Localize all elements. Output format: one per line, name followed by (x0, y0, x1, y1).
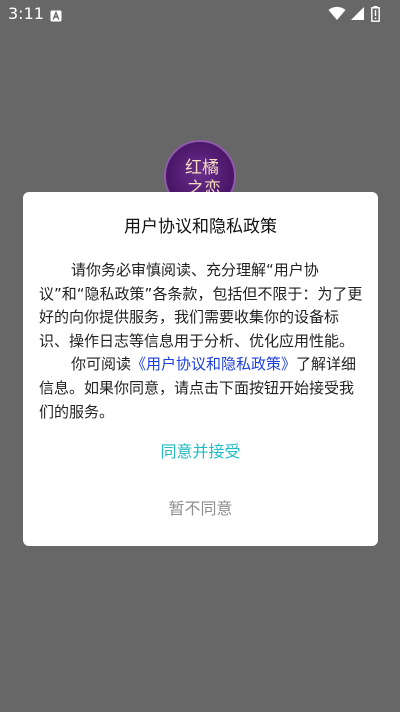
logo-text-line1: 红橘 (185, 158, 219, 178)
agree-button[interactable]: 同意并接受 (23, 439, 378, 465)
privacy-dialog: 用户协议和隐私政策 请你务必审慎阅读、充分理解“用户协议”和“隐私政策”各条款，… (23, 192, 378, 546)
dialog-paragraph-2: 你可阅读《用户协议和隐私政策》了解详细信息。如果你同意，请点击下面按钮开始接受我… (39, 353, 365, 424)
privacy-policy-link[interactable]: 《用户协议和隐私政策》 (131, 355, 296, 373)
wifi-icon (328, 6, 346, 20)
paragraph-2-prefix: 你可阅读 (71, 355, 132, 374)
status-bar: 3:11 (0, 0, 400, 28)
dialog-paragraph-1: 请你务必审慎阅读、充分理解“用户协议”和“隐私政策”各条款，包括但不限于：为了更… (39, 261, 363, 350)
dialog-body: 请你务必审慎阅读、充分理解“用户协议”和“隐私政策”各条款，包括但不限于：为了更… (39, 259, 365, 424)
disagree-button[interactable]: 暂不同意 (23, 496, 378, 522)
status-time: 3:11 (8, 4, 44, 23)
battery-icon (371, 6, 380, 22)
a-square-icon (50, 7, 62, 22)
dialog-title: 用户协议和隐私政策 (124, 217, 277, 237)
cellular-signal-icon (351, 7, 364, 20)
